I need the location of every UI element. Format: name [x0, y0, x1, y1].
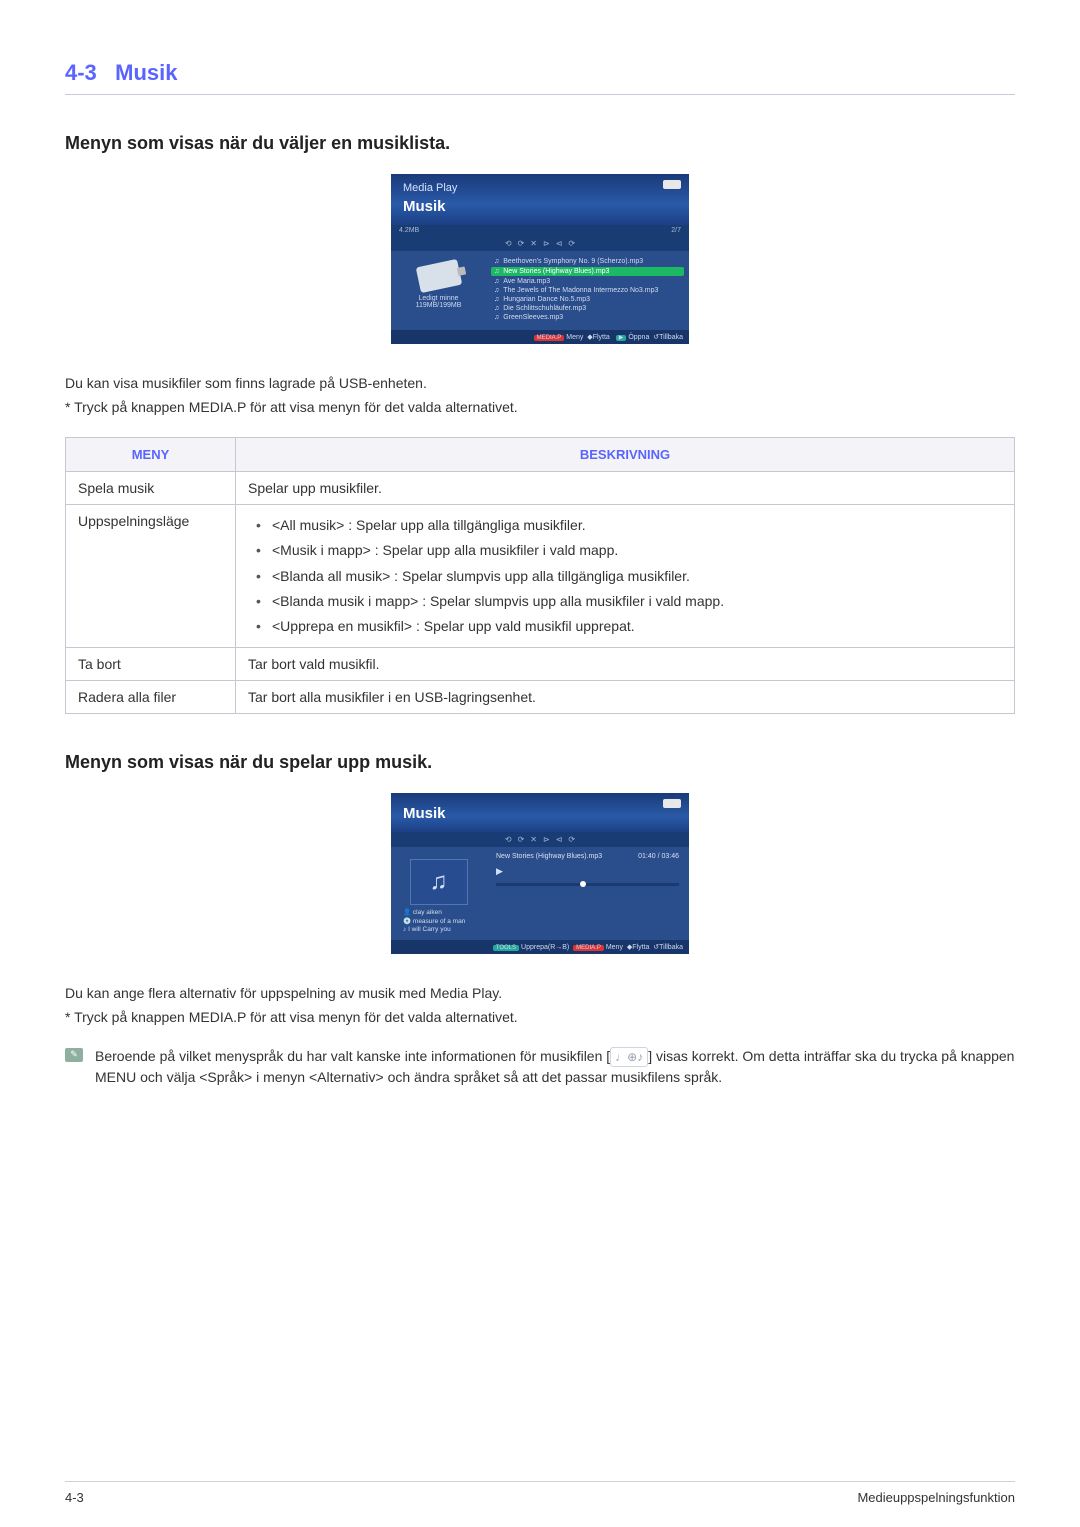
- menu-table: MENY BESKRIVNING Spela musikSpelar upp m…: [65, 437, 1015, 714]
- paragraph-options: Du kan ange flera alternativ för uppspel…: [65, 984, 1015, 1004]
- info-box: ✎ Beroende på vilket menyspråk du har va…: [65, 1046, 1015, 1089]
- shot2-footer: TOOLSUpprepa(R→B) MEDIA.PMeny ◆Flytta ↺T…: [391, 940, 689, 954]
- subtitle-musiclist: Menyn som visas när du väljer en musikli…: [65, 133, 1015, 154]
- album-art: ♫: [410, 859, 468, 905]
- artist-row: 👤 clay aiken: [403, 909, 480, 917]
- info-icon: ✎: [65, 1048, 83, 1062]
- note-mediap-1: * Tryck på knappen MEDIA.P för att visa …: [65, 398, 1015, 418]
- mediaplay-title: Media Play: [403, 182, 677, 194]
- free-value: 119MB/199MB: [397, 302, 480, 309]
- track-row: ♫GreenSleeves.mp3: [494, 313, 681, 322]
- footer-page: 4-3: [65, 1490, 84, 1505]
- menu-cell: Ta bort: [66, 648, 236, 681]
- music-note-icon: ♫: [430, 868, 448, 896]
- list-item: <Blanda musik i mapp> : Spelar slumpvis …: [256, 589, 1002, 614]
- desc-cell: <All musik> : Spelar upp alla tillgängli…: [236, 505, 1015, 648]
- th-menu: MENY: [66, 438, 236, 472]
- desc-cell: Tar bort alla musikfiler i en USB-lagrin…: [236, 681, 1015, 714]
- track-row: ♫Ave Maria.mp3: [494, 277, 681, 286]
- screenshot-musiclist: Media Play Musik 4.2MB ⟲⟳✕⊳⊲⟳ 2/7 Ledigt…: [391, 174, 689, 344]
- track-row: ♫Beethoven's Symphony No. 9 (Scherzo).mp…: [494, 257, 681, 266]
- footer-section: Medieuppspelningsfunktion: [857, 1490, 1015, 1505]
- th-desc: BESKRIVNING: [236, 438, 1015, 472]
- desc-cell: Tar bort vald musikfil.: [236, 648, 1015, 681]
- section-number: 4-3: [65, 60, 97, 85]
- usb-icon: [663, 180, 681, 189]
- list-item: <Musik i mapp> : Spelar upp alla musikfi…: [256, 538, 1002, 563]
- track-count: 2/7: [671, 227, 681, 234]
- track-row: ♫Die Schlittschuhläufer.mp3: [494, 304, 681, 313]
- info-text: Beroende på vilket menyspråk du har valt…: [95, 1046, 1015, 1089]
- menu-cell: Uppspelningsläge: [66, 505, 236, 648]
- track-row: ♫Hungarian Dance No.5.mp3: [494, 295, 681, 304]
- list-item: <Blanda all musik> : Spelar slumpvis upp…: [256, 564, 1002, 589]
- playback-tab: Musik: [403, 805, 677, 822]
- list-item: <All musik> : Spelar upp alla tillgängli…: [256, 513, 1002, 538]
- table-row: Uppspelningsläge <All musik> : Spelar upp…: [66, 505, 1015, 648]
- menu-cell: Spela musik: [66, 472, 236, 505]
- progress-bar: [496, 883, 679, 886]
- list-item: <Upprepa en musikfil> : Spelar upp vald …: [256, 614, 1002, 639]
- usb-large-icon: [415, 259, 461, 293]
- file-size: 4.2MB: [399, 227, 419, 234]
- paragraph-usb: Du kan visa musikfiler som finns lagrade…: [65, 374, 1015, 394]
- now-playing: New Stories (Highway Blues).mp3: [496, 853, 602, 860]
- track-row: ♫The Jewels of The Madonna Intermezzo No…: [494, 286, 681, 295]
- album-row: 💿 measure of a man: [403, 918, 480, 926]
- time: 01:40 / 03:46: [638, 853, 679, 860]
- screenshot-playback: Musik ⟲⟳✕⊳⊲⟳ ♫ 👤 clay aiken 💿 measure of…: [391, 793, 689, 954]
- track-list: ♫Beethoven's Symphony No. 9 (Scherzo).mp…: [486, 251, 689, 330]
- usb-icon: [663, 799, 681, 808]
- shot-footer: MEDIA.PMeny ◆Flytta ▶Öppna ↺Tillbaka: [391, 330, 689, 344]
- inline-glyph-icons: ♩⊕♪: [610, 1047, 648, 1068]
- menu-cell: Radera alla filer: [66, 681, 236, 714]
- desc-cell: Spelar upp musikfiler.: [236, 472, 1015, 505]
- free-label: Ledigt minne: [397, 295, 480, 302]
- section-title: 4-3 Musik: [65, 60, 1015, 95]
- table-row: Spela musikSpelar upp musikfiler.: [66, 472, 1015, 505]
- note-mediap-2: * Tryck på knappen MEDIA.P för att visa …: [65, 1008, 1015, 1028]
- track-row: ♫New Stories (Highway Blues).mp3: [491, 267, 684, 276]
- table-row: Ta bortTar bort vald musikfil.: [66, 648, 1015, 681]
- title-row: ♪ I will Carry you: [403, 926, 480, 934]
- section-name: Musik: [115, 60, 177, 85]
- subtitle-playback: Menyn som visas när du spelar upp musik.: [65, 752, 1015, 773]
- mediaplay-tab: Musik: [403, 198, 677, 215]
- table-row: Radera alla filerTar bort alla musikfile…: [66, 681, 1015, 714]
